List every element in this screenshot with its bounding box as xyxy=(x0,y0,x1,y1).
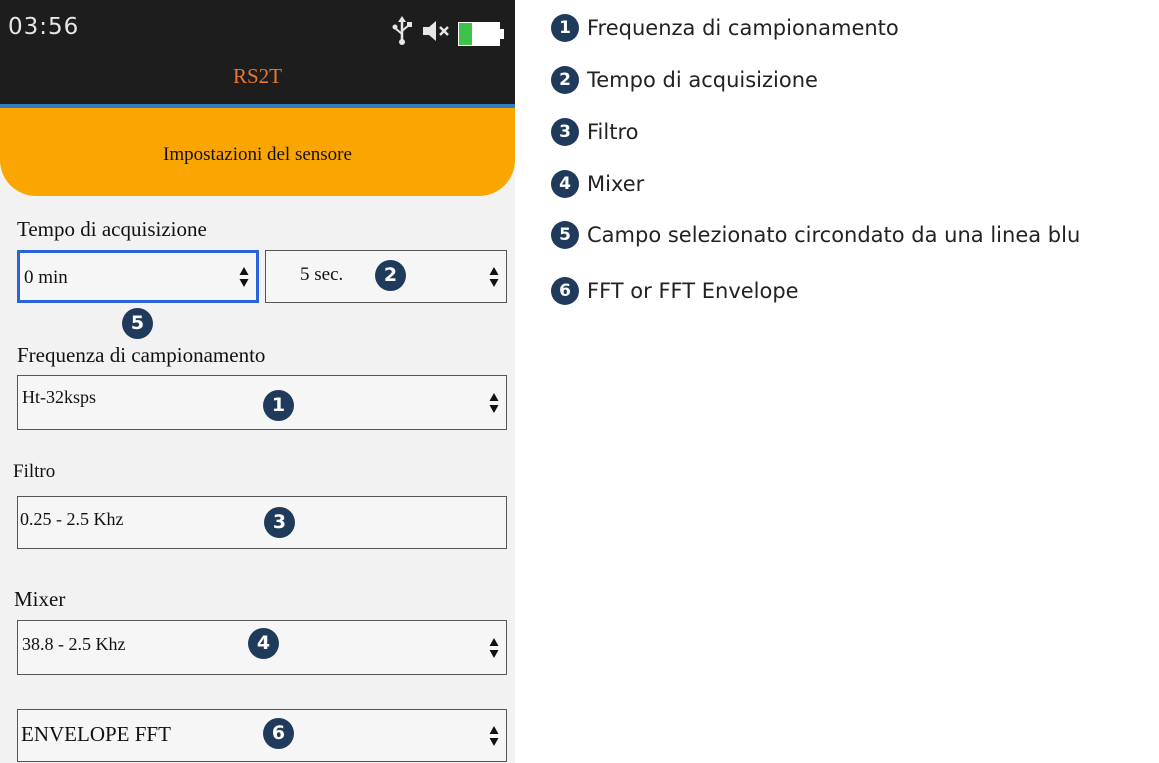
callout-badge-1: 1 xyxy=(263,390,294,421)
app-title: RS2T xyxy=(232,64,282,88)
callout-badge-5: 5 xyxy=(122,308,153,339)
sampling-frequency-label: Frequenza di campionamento xyxy=(17,343,266,367)
callout-badge-6: 6 xyxy=(263,718,294,749)
mixer-label: Mixer xyxy=(14,587,66,611)
legend-text: FFT or FFT Envelope xyxy=(587,279,799,303)
fft-mode-select[interactable]: ENVELOPE FFT xyxy=(17,709,507,762)
device-screen: 03:56 RS2T Impostazioni del sensore Temp… xyxy=(0,0,515,763)
legend-text: Mixer xyxy=(587,172,645,196)
up-down-arrows-icon xyxy=(489,637,499,658)
legend-text: Frequenza di campionamento xyxy=(587,16,899,40)
up-down-arrows-icon xyxy=(489,266,499,287)
filter-label: Filtro xyxy=(13,461,56,482)
legend-text: Campo selezionato circondato da una line… xyxy=(587,223,1081,247)
page-title: Impostazioni del sensore xyxy=(163,144,352,165)
filter-value: 0.25 - 2.5 Khz xyxy=(20,509,124,529)
legend-badge: 4 xyxy=(551,170,579,198)
legend-badge: 1 xyxy=(551,14,579,42)
status-bar: 03:56 RS2T xyxy=(0,0,515,108)
legend-text: Filtro xyxy=(587,120,639,144)
usb-icon xyxy=(392,16,412,45)
mute-icon xyxy=(423,21,449,41)
acquisition-minutes-select[interactable]: 0 min xyxy=(17,250,259,303)
battery-icon xyxy=(458,22,504,46)
filter-field: 0.25 - 2.5 Khz xyxy=(17,496,507,549)
callout-badge-2: 2 xyxy=(375,260,406,291)
up-down-arrows-icon xyxy=(489,725,499,746)
legend-badge: 3 xyxy=(551,118,579,146)
fft-mode-value: ENVELOPE FFT xyxy=(21,722,171,746)
legend-badge: 6 xyxy=(551,277,579,305)
acquisition-time-label: Tempo di acquisizione xyxy=(17,217,207,241)
legend-badge: 5 xyxy=(551,221,579,249)
mixer-value: 38.8 - 2.5 Khz xyxy=(22,634,126,654)
up-down-arrows-icon xyxy=(239,266,249,287)
up-down-arrows-icon xyxy=(489,392,499,413)
sampling-frequency-select[interactable]: Ht-32ksps xyxy=(17,375,507,430)
legend-text: Tempo di acquisizione xyxy=(587,68,818,92)
acquisition-minutes-value: 0 min xyxy=(24,267,68,288)
header-banner: Impostazioni del sensore xyxy=(0,108,515,196)
callout-badge-4: 4 xyxy=(248,628,279,659)
sampling-frequency-value: Ht-32ksps xyxy=(22,387,97,407)
acquisition-seconds-value: 5 sec. xyxy=(300,264,344,285)
legend-badge: 2 xyxy=(551,66,579,94)
clock: 03:56 xyxy=(8,14,80,40)
callout-badge-3: 3 xyxy=(264,507,295,538)
